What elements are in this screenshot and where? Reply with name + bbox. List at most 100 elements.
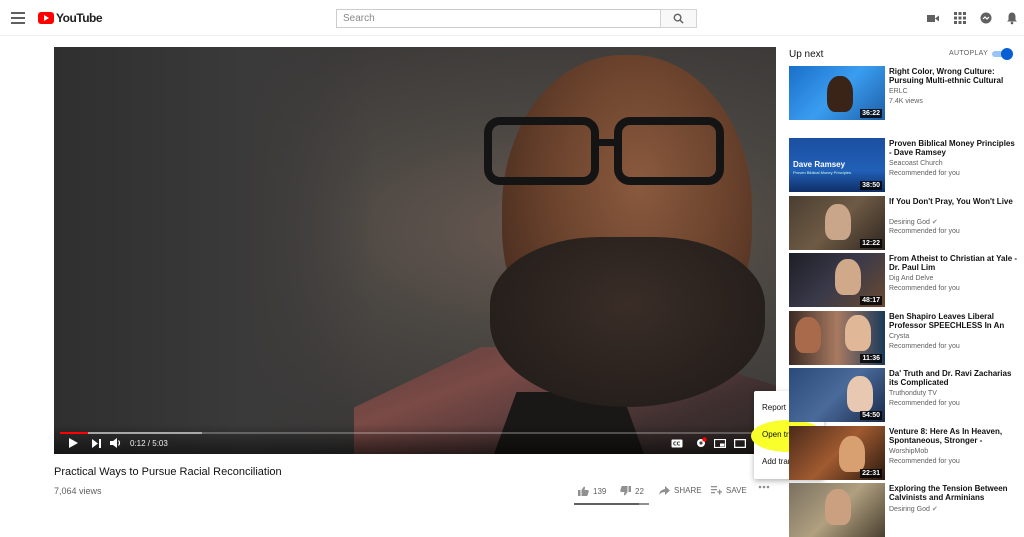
- recommendation-meta: Recommended for you: [889, 170, 960, 177]
- play-button[interactable]: [66, 436, 80, 450]
- recommendation-meta: 7.4K views: [889, 98, 923, 105]
- share-arrow-icon: [659, 486, 670, 495]
- video-frame-glasses-left: [484, 117, 599, 185]
- progress-bar[interactable]: [60, 432, 770, 434]
- recommendation-item[interactable]: 54:50 Da' Truth and Dr. Ravi Zacharias i…: [789, 368, 1019, 422]
- logo-text: YouTube: [56, 11, 103, 25]
- thumbnail-person: [835, 259, 861, 295]
- duration-badge: 22:31: [860, 469, 882, 478]
- video-thumbnail: 11:36: [789, 311, 885, 365]
- search-input[interactable]: [336, 9, 661, 28]
- thumbnail-person: [795, 317, 821, 353]
- theater-mode-button[interactable]: [733, 436, 747, 450]
- thumbnail-person: [825, 204, 851, 240]
- autoplay-toggle[interactable]: [992, 48, 1014, 60]
- video-thumbnail: 54:50: [789, 368, 885, 422]
- miniplayer-button[interactable]: [713, 436, 727, 450]
- view-count: 7,064 views: [54, 486, 102, 496]
- video-camera-icon[interactable]: [926, 11, 940, 25]
- recommendation-title: If You Don't Pray, You Won't Live: [889, 197, 1013, 206]
- recommendation-item[interactable]: 22:31 Venture 8: Here As In Heaven, Spon…: [789, 426, 1019, 480]
- dislike-button[interactable]: 22: [620, 486, 644, 496]
- verified-badge-icon: ✔: [931, 219, 938, 226]
- recommendation-title: Exploring the Tension Between Calvinists…: [889, 484, 1008, 502]
- volume-icon: [110, 438, 121, 448]
- channel-name: Seacoast Church: [889, 160, 943, 167]
- save-label: SAVE: [726, 486, 747, 495]
- bell-icon[interactable]: [1005, 11, 1019, 25]
- up-next-heading: Up next: [789, 49, 824, 60]
- gear-icon: [697, 437, 707, 447]
- duration-badge: 11:36: [860, 354, 882, 363]
- thumbnail-subcaption: Proven Biblical Money Principles: [793, 170, 852, 175]
- duration-badge: 38:50: [860, 181, 882, 190]
- recommendation-meta: Recommended for you: [889, 458, 960, 465]
- apps-grid-icon[interactable]: [953, 11, 967, 25]
- channel-name: Dig And Delve: [889, 275, 934, 282]
- youtube-logo[interactable]: YouTube: [38, 11, 103, 25]
- share-button[interactable]: SHARE: [659, 486, 702, 495]
- recommendation-meta: Recommended for you: [889, 400, 960, 407]
- video-frame-beard: [490, 237, 765, 407]
- menu-icon[interactable]: [11, 12, 25, 24]
- recommendation-item[interactable]: 48:17 From Atheist to Christian at Yale …: [789, 253, 1019, 307]
- recommendation-title: Da' Truth and Dr. Ravi Zacharias its Com…: [889, 369, 1012, 387]
- thumbs-down-icon: [620, 486, 631, 496]
- channel-name: Desiring God ✔: [889, 505, 938, 513]
- masthead: YouTube: [0, 0, 1024, 36]
- menu-item-report[interactable]: Report: [762, 403, 786, 412]
- youtube-play-logo-icon: [38, 12, 54, 24]
- recommendation-item[interactable]: 11:36 Ben Shapiro Leaves Liberal Profess…: [789, 311, 1019, 365]
- video-thumbnail: 22:31: [789, 426, 885, 480]
- video-thumbnail: 48:17: [789, 253, 885, 307]
- channel-name: ERLC: [889, 88, 908, 95]
- thumbnail-person: [839, 436, 865, 472]
- like-button[interactable]: 139: [578, 486, 606, 496]
- channel-name: Truthonduty TV: [889, 390, 937, 397]
- duration-badge: 54:50: [860, 411, 882, 420]
- channel-name-text: Desiring God: [889, 506, 930, 513]
- channel-name-text: Desiring God: [889, 219, 930, 226]
- next-button[interactable]: [89, 436, 103, 450]
- play-icon: [69, 438, 78, 448]
- sentiment-bar-likes: [574, 503, 639, 505]
- video-title: Practical Ways to Pursue Racial Reconcil…: [54, 466, 282, 478]
- time-display: 0:12 / 5:03: [130, 439, 168, 448]
- add-to-playlist-icon: [711, 486, 722, 495]
- svg-text:CC: CC: [673, 441, 681, 447]
- video-player[interactable]: 0:12 / 5:03 CC: [54, 47, 776, 454]
- recommendation-item[interactable]: Dave Ramsey Proven Biblical Money Princi…: [789, 138, 1019, 192]
- recommendation-title: Proven Biblical Money Principles - Dave …: [889, 139, 1015, 157]
- skip-next-icon: [91, 438, 101, 448]
- recommendation-title: Venture 8: Here As In Heaven, Spontaneou…: [889, 427, 1003, 445]
- autoplay-label: AUTOPLAY: [949, 50, 989, 57]
- progress-played: [60, 432, 89, 434]
- more-horizontal-icon: [758, 485, 770, 489]
- search-button[interactable]: [660, 9, 697, 28]
- video-background: [54, 47, 374, 454]
- recommendation-item[interactable]: Exploring the Tension Between Calvinists…: [789, 483, 1019, 537]
- volume-button[interactable]: [109, 436, 123, 450]
- thumbnail-person: [825, 489, 851, 525]
- video-thumbnail: Dave Ramsey Proven Biblical Money Princi…: [789, 138, 885, 192]
- save-button[interactable]: SAVE: [711, 486, 747, 495]
- recommendation-title: Ben Shapiro Leaves Liberal Professor SPE…: [889, 312, 1005, 330]
- captions-button[interactable]: CC: [670, 436, 684, 450]
- search-icon: [673, 13, 684, 24]
- like-count: 139: [593, 486, 607, 496]
- video-frame-glasses-right: [614, 117, 724, 185]
- recommendation-title: From Atheist to Christian at Yale - Dr. …: [889, 254, 1018, 272]
- recommendation-item[interactable]: 12:22 If You Don't Pray, You Won't Live …: [789, 196, 1019, 250]
- more-actions-button[interactable]: [758, 485, 770, 489]
- channel-name: Desiring God ✔: [889, 218, 938, 226]
- recommendation-item[interactable]: 36:22 Right Color, Wrong Culture: Pursui…: [789, 66, 1019, 120]
- verified-badge-icon: ✔: [931, 506, 938, 513]
- messages-icon[interactable]: [979, 11, 993, 25]
- recommendation-meta: Recommended for you: [889, 228, 960, 235]
- recommendation-title: Right Color, Wrong Culture: Pursuing Mul…: [889, 67, 1004, 85]
- duration-badge: 12:22: [860, 239, 882, 248]
- channel-name: WorshipMob: [889, 448, 929, 455]
- settings-button[interactable]: [694, 436, 708, 450]
- thumbnail-caption: Dave Ramsey: [793, 160, 846, 169]
- thumbs-up-icon: [578, 486, 589, 496]
